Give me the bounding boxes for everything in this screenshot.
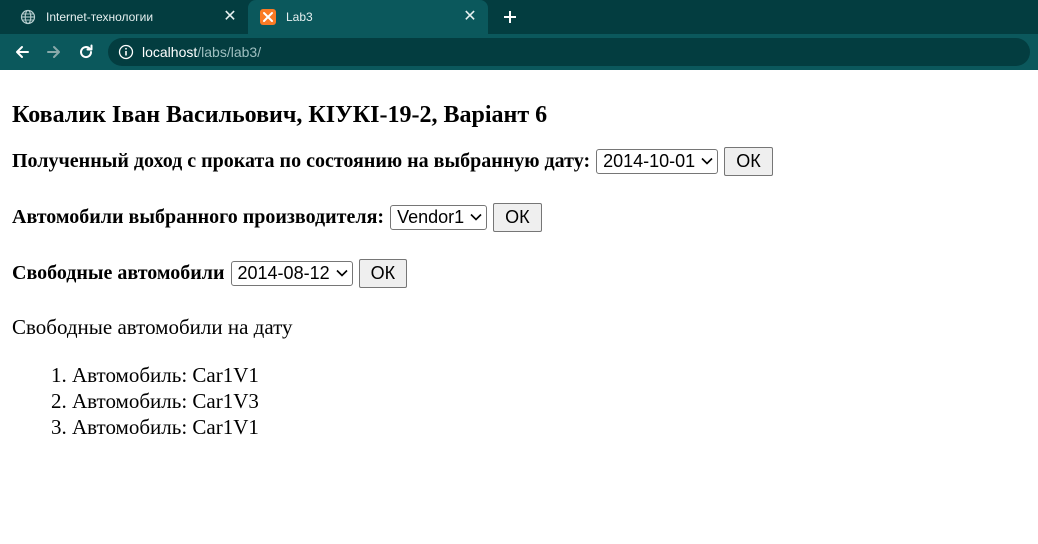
- result-title: Свободные автомобили на дату: [12, 315, 293, 339]
- vendor-select[interactable]: Vendor1: [390, 204, 488, 230]
- info-icon[interactable]: [118, 44, 134, 60]
- back-arrow-icon[interactable]: [10, 40, 34, 64]
- close-icon[interactable]: ✕: [220, 7, 240, 27]
- income-label: Полученный доход с проката по состоянию …: [12, 149, 591, 172]
- reload-icon[interactable]: [74, 40, 98, 64]
- free-cars-ok-button[interactable]: ОК: [358, 258, 408, 288]
- xampp-icon: [260, 9, 276, 25]
- tab-strip: Internet-технологии ✕ Lab3 ✕: [0, 0, 1038, 34]
- address-bar[interactable]: localhost/labs/lab3/: [108, 38, 1030, 66]
- list-item: Автомобиль: Car1V3: [72, 388, 1026, 414]
- tab-lab3[interactable]: Lab3 ✕: [248, 0, 488, 34]
- free-cars-label: Свободные автомобили: [12, 261, 225, 284]
- globe-icon: [20, 9, 36, 25]
- chevron-down-icon: [470, 213, 482, 221]
- forward-arrow-icon[interactable]: [42, 40, 66, 64]
- url-text: localhost/labs/lab3/: [142, 44, 261, 60]
- plus-icon[interactable]: [498, 5, 522, 29]
- vendor-ok-button[interactable]: ОК: [493, 202, 542, 232]
- income-date-select[interactable]: 2014-10-01: [596, 148, 719, 174]
- free-cars-date-value: 2014-08-12: [237, 262, 330, 283]
- chevron-down-icon: [701, 157, 713, 165]
- tab-title: Lab3: [286, 10, 313, 24]
- vendor-label: Автомобили выбранного производителя:: [12, 205, 385, 228]
- vendor-value: Vendor1: [397, 206, 465, 227]
- tab-title: Internet-технологии: [46, 10, 154, 24]
- list-item: Автомобиль: Car1V1: [72, 362, 1026, 388]
- free-cars-date-select[interactable]: 2014-08-12: [230, 260, 353, 286]
- cars-list: Автомобиль: Car1V1 Автомобиль: Car1V3 Ав…: [12, 362, 1026, 440]
- toolbar: localhost/labs/lab3/: [0, 34, 1038, 70]
- list-item: Автомобиль: Car1V1: [72, 414, 1026, 440]
- chevron-down-icon: [336, 269, 348, 277]
- url-host: localhost: [142, 44, 198, 60]
- income-ok-button[interactable]: ОК: [724, 146, 773, 176]
- vendor-form: Автомобили выбранного производителя: Ven…: [12, 202, 1026, 232]
- close-icon[interactable]: ✕: [460, 7, 480, 27]
- page-content: Ковалик Іван Васильович, КІУКІ-19-2, Вар…: [0, 100, 1038, 440]
- free-cars-form: Свободные автомобили 2014-08-12 ОК: [12, 258, 1026, 288]
- tab-internet-technologies[interactable]: Internet-технологии ✕: [8, 0, 248, 34]
- browser-chrome: Internet-технологии ✕ Lab3 ✕ localhost/l…: [0, 0, 1038, 70]
- url-path: /labs/lab3/: [197, 44, 262, 60]
- income-date-value: 2014-10-01: [603, 150, 696, 171]
- page-title: Ковалик Іван Васильович, КІУКІ-19-2, Вар…: [12, 102, 548, 128]
- income-form: Полученный доход с проката по состоянию …: [12, 146, 1026, 176]
